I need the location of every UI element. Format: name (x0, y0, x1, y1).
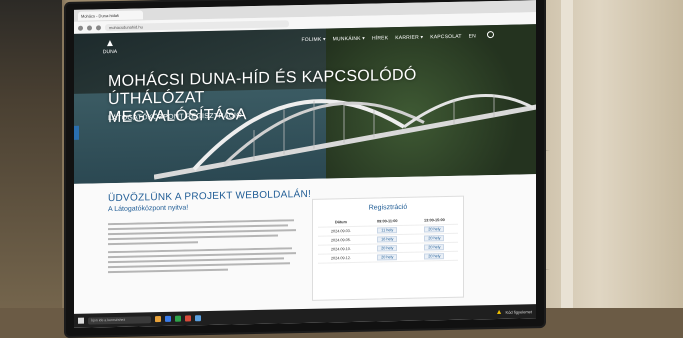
registration-panel: Regisztráció Dátum 09:00-11:00 13:00-15:… (312, 195, 464, 301)
slot-button[interactable]: 20 hely (424, 253, 445, 260)
hero-banner: ▲ DUNA FOLIMK ▾ MUNKÁINK ▾ HÍREK KARRIER… (74, 24, 536, 184)
info-paragraph (108, 247, 298, 277)
table-row: 2024.09.12. 20 hely 20 hely (318, 251, 458, 264)
monitor: Mohács - Duna-hidak mohacsdunahid.hu ▲ D… (66, 0, 544, 336)
taskbar-search[interactable]: Írjon ide a kereséshez (88, 315, 151, 325)
forward-icon[interactable] (87, 24, 92, 31)
nav-item-rolunk[interactable]: FOLIMK ▾ (302, 37, 326, 44)
browser-tab[interactable]: Mohács - Duna-hidak (78, 9, 143, 21)
side-social-tab[interactable] (74, 125, 79, 140)
nav-item-kapcsolat[interactable]: KAPCSOLAT (430, 34, 461, 41)
slot-button[interactable]: 20 hely (424, 226, 445, 233)
app-icon[interactable] (185, 315, 191, 322)
tray-text: Kód figyelemet (505, 308, 532, 315)
logo-icon: ▲ (105, 37, 115, 50)
screen: Mohács - Duna-hidak mohacsdunahid.hu ▲ D… (74, 0, 536, 328)
nav-item-language[interactable]: EN (469, 33, 476, 39)
welcome-subtitle: A Látogatóközpont nyitva! (108, 204, 189, 214)
reload-icon[interactable] (96, 24, 101, 30)
row-date: 2024.09.12. (318, 253, 364, 264)
blurred-text-lines-2 (108, 247, 296, 274)
file-explorer-icon[interactable] (155, 316, 161, 323)
blurred-text-lines (108, 219, 296, 246)
slot-button[interactable]: 16 hely (377, 236, 398, 243)
intro-paragraph (108, 219, 298, 249)
system-tray: ▲ Kód figyelemet (496, 308, 532, 315)
store-icon[interactable] (175, 315, 181, 322)
warning-icon[interactable]: ▲ (496, 308, 503, 315)
logo-text: DUNA (102, 48, 118, 56)
registration-table: Dátum 09:00-11:00 13:00-15:00 2024.09.03… (318, 215, 458, 264)
slot-button[interactable]: 20 hely (424, 244, 445, 251)
nav-item-hirek[interactable]: HÍREK (372, 35, 388, 41)
slot-button[interactable]: 20 hely (377, 245, 398, 252)
site-logo[interactable]: ▲ DUNA (100, 37, 120, 56)
windows-start-icon[interactable] (78, 317, 84, 324)
nav-item-munkaink[interactable]: MUNKÁINK ▾ (333, 36, 365, 43)
slot-button[interactable]: 11 hely (377, 227, 398, 234)
back-icon[interactable] (78, 25, 83, 31)
main-content: ÜDVÖZLÜNK A PROJEKT WEBOLDALÁN! A Látoga… (74, 174, 536, 314)
left-wall (0, 0, 62, 338)
welcome-title: ÜDVÖZLÜNK A PROJEKT WEBOLDALÁN! (108, 188, 312, 205)
registration-title: Regisztráció (368, 203, 408, 212)
nav-item-karrier[interactable]: KARRIER ▾ (395, 35, 423, 42)
slot-button[interactable]: 20 hely (377, 254, 398, 261)
edge-icon[interactable] (165, 315, 171, 322)
slot-button[interactable]: 20 hely (424, 235, 445, 242)
mail-icon[interactable] (195, 315, 201, 322)
